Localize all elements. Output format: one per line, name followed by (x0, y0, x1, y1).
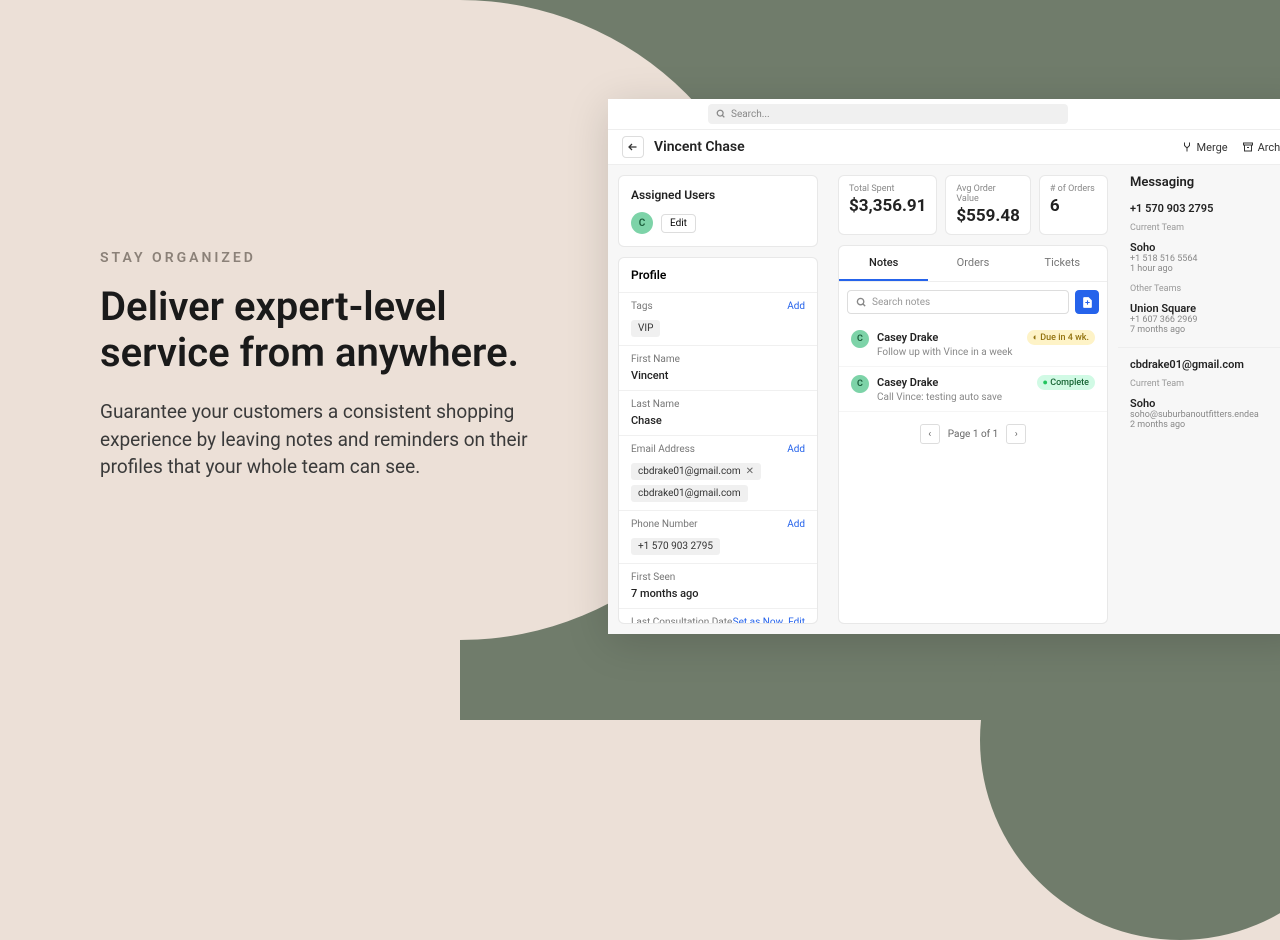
app-window: Search... Vincent Chase Merge Archive As… (608, 99, 1280, 634)
tag-vip[interactable]: VIP (631, 320, 660, 337)
note-text: Follow up with Vince in a week (877, 347, 1095, 358)
note-author: Casey Drake (877, 376, 938, 389)
archive-icon (1242, 141, 1254, 153)
subcopy: Guarantee your customers a consistent sh… (100, 398, 560, 481)
notes-card: Notes Orders Tickets Search notes C (838, 245, 1108, 624)
email-pill-2[interactable]: cbdrake01@gmail.com (631, 485, 748, 502)
note-text: Call Vince: testing auto save (877, 392, 1095, 403)
lastconsult-label: Last Consultation Date (631, 617, 732, 624)
messaging-phone: +1 570 903 2795 (1118, 198, 1280, 219)
avatar: C (851, 375, 869, 393)
phone-pill[interactable]: +1 570 903 2795 (631, 538, 720, 555)
stats-row: Total Spent $3,356.91 Avg Order Value $5… (838, 175, 1108, 235)
add-tag-link[interactable]: Add (787, 301, 805, 312)
firstname-label: First Name (631, 354, 805, 365)
note-item[interactable]: C Casey Drake Due in 4 wk. Follow up with… (839, 322, 1107, 367)
profile-card: Profile Tags Add VIP First Name Vincent L… (618, 257, 818, 624)
tags-label: Tags (631, 301, 653, 312)
arrow-left-icon (627, 141, 639, 153)
page-header: Vincent Chase Merge Archive (608, 129, 1280, 165)
email-label: Email Address (631, 444, 695, 455)
avatar[interactable]: C (631, 212, 653, 234)
remove-email-icon[interactable]: ✕ (746, 466, 754, 477)
back-button[interactable] (622, 136, 644, 158)
lastname-label: Last Name (631, 399, 805, 410)
email-pill-1[interactable]: cbdrake01@gmail.com✕ (631, 463, 761, 480)
complete-badge: Complete (1037, 375, 1096, 390)
pagination: ‹ Page 1 of 1 › (839, 412, 1107, 456)
tab-orders[interactable]: Orders (928, 246, 1017, 281)
page-title: Vincent Chase (654, 139, 745, 155)
add-note-button[interactable] (1075, 290, 1099, 314)
other-teams-label: Other Teams (1118, 280, 1280, 296)
firstname-value: Vincent (631, 369, 805, 382)
stat-total-spent: Total Spent $3,356.91 (838, 175, 937, 235)
prev-page-button[interactable]: ‹ (920, 424, 940, 444)
profile-title: Profile (619, 258, 817, 293)
next-page-button[interactable]: › (1006, 424, 1026, 444)
note-add-icon (1081, 296, 1094, 309)
team-item-soho-2[interactable]: Soho soho@suburbanoutfitters.endea 2 mon… (1118, 391, 1280, 436)
avatar: C (851, 330, 869, 348)
stat-order-count: # of Orders 6 (1039, 175, 1108, 235)
team-item-union-square[interactable]: Union Square +1 607 366 2969 7 months ag… (1118, 296, 1280, 341)
note-item[interactable]: C Casey Drake Complete Call Vince: testin… (839, 367, 1107, 412)
tab-tickets[interactable]: Tickets (1018, 246, 1107, 281)
search-input[interactable]: Search... (708, 104, 1068, 124)
edit-lastconsult-link[interactable]: Edit (788, 617, 805, 624)
phone-label: Phone Number (631, 519, 698, 530)
merge-icon (1181, 141, 1193, 153)
due-badge: Due in 4 wk. (1027, 330, 1095, 345)
team-item-soho[interactable]: Soho +1 518 516 5564 1 hour ago (1118, 235, 1280, 280)
messaging-panel: Messaging +1 570 903 2795 Current Team S… (1118, 165, 1280, 634)
notes-search-input[interactable]: Search notes (847, 290, 1069, 314)
firstseen-value: 7 months ago (631, 587, 805, 600)
merge-button[interactable]: Merge (1181, 141, 1228, 154)
marketing-copy: STAY ORGANIZED Deliver expert-level serv… (100, 250, 560, 481)
messaging-email: cbdrake01@gmail.com (1118, 347, 1280, 375)
headline: Deliver expert-level service from anywhe… (100, 284, 560, 376)
lastname-value: Chase (631, 414, 805, 427)
archive-button[interactable]: Archive (1242, 141, 1280, 154)
search-icon (716, 109, 726, 119)
assigned-title: Assigned Users (631, 188, 805, 202)
firstseen-label: First Seen (631, 572, 805, 583)
tab-notes[interactable]: Notes (839, 246, 928, 281)
set-as-now-link[interactable]: Set as Now (733, 617, 783, 624)
messaging-title: Messaging (1118, 175, 1280, 198)
stat-avg-order: Avg Order Value $559.48 (945, 175, 1030, 235)
edit-assigned-button[interactable]: Edit (661, 214, 696, 233)
assigned-users-card: Assigned Users C Edit (618, 175, 818, 247)
eyebrow: STAY ORGANIZED (100, 250, 560, 266)
topbar: Search... (608, 99, 1280, 129)
search-icon (856, 297, 867, 308)
add-phone-link[interactable]: Add (787, 519, 805, 530)
note-author: Casey Drake (877, 331, 938, 344)
current-team-label-2: Current Team (1118, 375, 1280, 391)
current-team-label: Current Team (1118, 219, 1280, 235)
page-indicator: Page 1 of 1 (948, 429, 998, 440)
add-email-link[interactable]: Add (787, 444, 805, 455)
search-placeholder: Search... (731, 109, 770, 120)
